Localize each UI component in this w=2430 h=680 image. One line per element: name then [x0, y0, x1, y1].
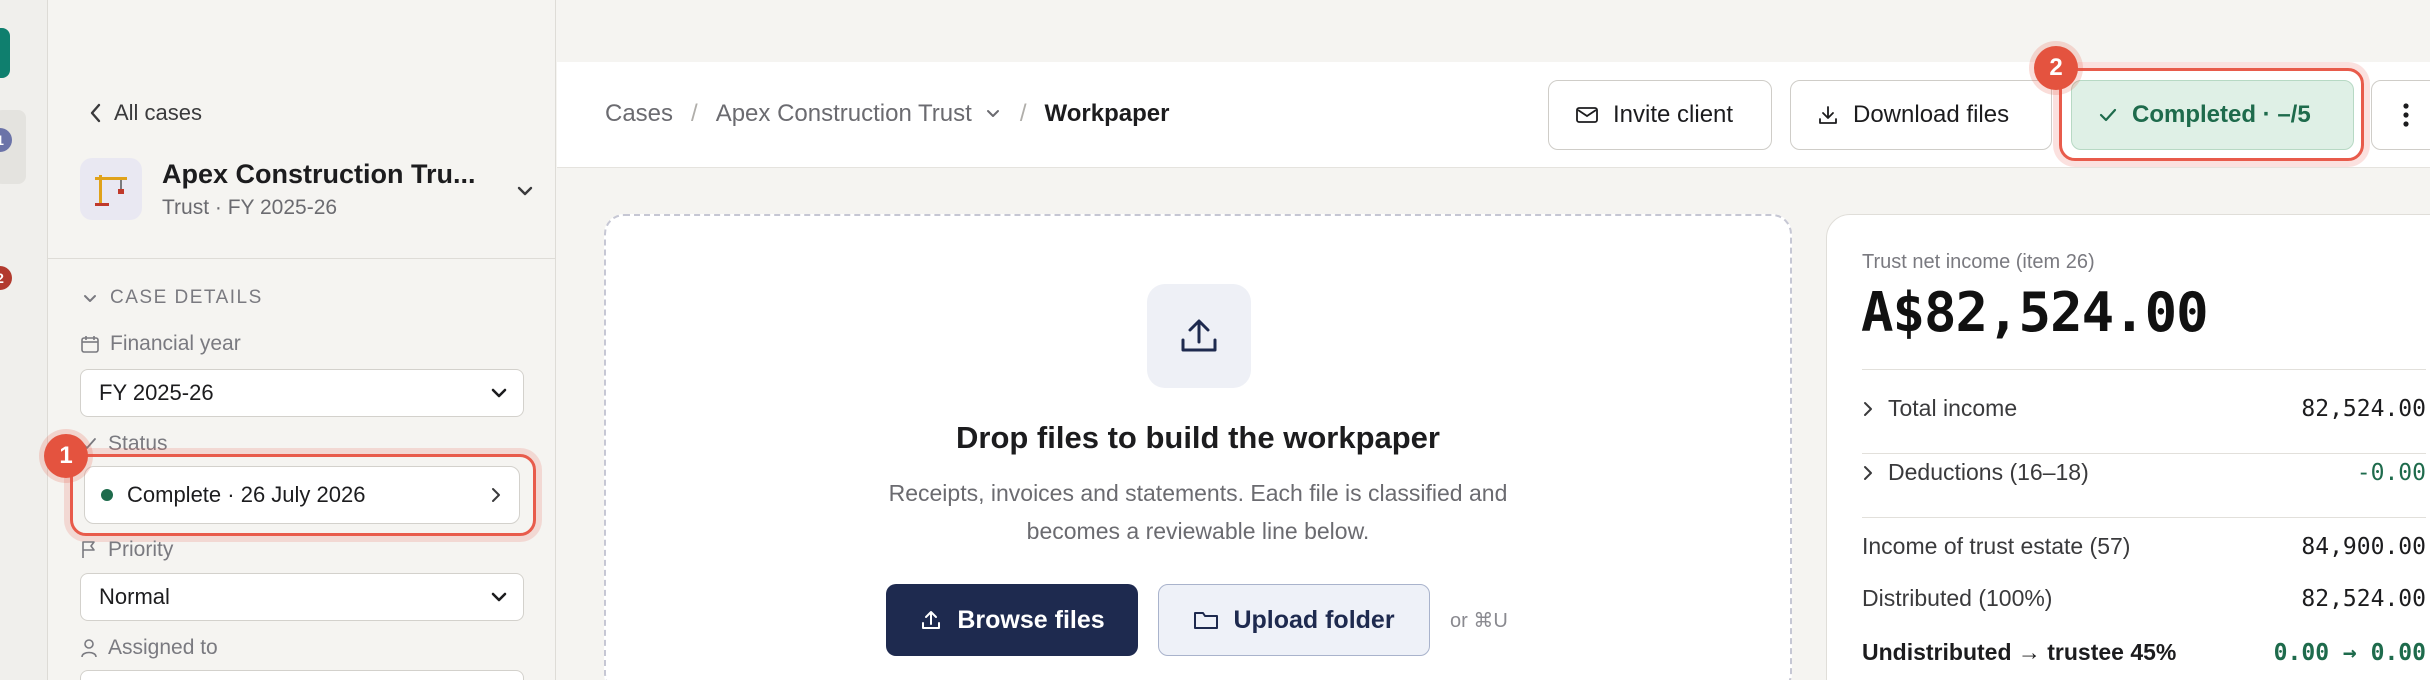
breadcrumb-current: Workpaper [1044, 100, 1170, 127]
total-income-value: 82,524.00 [2301, 395, 2426, 422]
folder-icon [1194, 612, 1219, 629]
total-income-label: Total income [1888, 395, 2018, 421]
upload-shortcut-hint: or ⌘U [1450, 610, 1508, 632]
status-dot [101, 489, 113, 501]
trust-estate-label: Income of trust estate (57) [1862, 533, 2131, 559]
more-options-button[interactable] [2371, 80, 2430, 150]
user-icon [81, 639, 97, 658]
case-sidebar: All cases Apex Construction Tru... Trust… [48, 0, 556, 680]
upload-icon [1147, 284, 1251, 388]
chevron-right-icon [1864, 465, 1872, 480]
deductions-label-wrap: Deductions (16–18) [1862, 459, 2089, 486]
summary-divider [1862, 453, 2426, 454]
dropzone-subtitle-line-1: Receipts, invoices and statements. Each … [888, 480, 1508, 506]
rail-badge-2: 2 [0, 266, 12, 290]
sidebar-divider [48, 258, 556, 259]
chevron-down-icon [491, 592, 507, 602]
deductions-label: Deductions (16–18) [1888, 459, 2089, 485]
summary-amount: A$82,524.00 [1861, 281, 2209, 344]
breadcrumb-case-label: Apex Construction Trust [715, 100, 972, 127]
all-cases-link[interactable]: All cases [88, 100, 202, 126]
app-rail: 1 2 [0, 0, 48, 680]
status-selector[interactable]: Complete · 26 July 2026 [84, 466, 520, 524]
case-title: Apex Construction Tru... [162, 158, 476, 189]
breadcrumb-separator: / [691, 100, 698, 127]
trust-income-summary: Trust net income (item 26) A$82,524.00 T… [1826, 214, 2430, 680]
app-logo[interactable] [0, 28, 10, 78]
priority-label: Priority [108, 538, 174, 561]
upload-folder-label: Upload folder [1233, 605, 1395, 634]
breadcrumb: Cases / Apex Construction Trust / Workpa… [605, 100, 1169, 128]
case-details-heading: CASE DETAILS [110, 287, 263, 308]
case-header[interactable]: Apex Construction Tru... Trust · FY 2025… [80, 158, 536, 220]
all-cases-label: All cases [114, 100, 203, 125]
highlight-completed [2059, 68, 2364, 161]
trust-estate-value: 84,900.00 [2301, 533, 2426, 560]
chevron-down-icon [491, 388, 507, 398]
more-vertical-icon [2403, 103, 2409, 127]
chevron-right-icon [1864, 401, 1872, 416]
deductions-value: -0.00 [2356, 459, 2426, 486]
download-files-label: Download files [1853, 101, 2010, 128]
invite-client-label: Invite client [1613, 101, 1734, 128]
assigned-label-row: Assigned to [80, 636, 218, 660]
case-details-toggle[interactable]: CASE DETAILS [82, 287, 263, 309]
chevron-down-icon[interactable] [514, 180, 536, 202]
priority-value: Normal [99, 584, 170, 609]
assigned-select[interactable] [80, 670, 524, 680]
priority-select[interactable]: Normal [80, 573, 524, 621]
distributed-row: Distributed (100%) 82,524.00 [1862, 585, 2426, 612]
assigned-label: Assigned to [108, 636, 218, 659]
chevron-down-icon [986, 110, 999, 117]
dropzone-title: Drop files to build the workpaper [956, 420, 1440, 455]
financial-year-select[interactable]: FY 2025-26 [80, 369, 524, 417]
chevron-left-icon [90, 103, 101, 123]
download-files-button[interactable]: Download files [1790, 80, 2052, 150]
summary-label: Trust net income (item 26) [1862, 251, 2095, 273]
upload-folder-button[interactable]: Upload folder [1158, 584, 1430, 656]
download-icon [1819, 106, 1837, 124]
status-label-row: Status [80, 432, 168, 456]
deductions-row[interactable]: Deductions (16–18) -0.00 [1862, 459, 2426, 486]
chevron-right-icon [492, 488, 500, 502]
mail-icon [1576, 107, 1598, 123]
step-marker-1: 1 [44, 434, 88, 478]
breadcrumb-separator: / [1019, 100, 1027, 127]
upload-icon [922, 611, 941, 629]
calendar-icon [81, 336, 99, 353]
undistributed-value: 0.00 → 0.00 [2273, 639, 2426, 666]
financial-year-value: FY 2025-26 [99, 380, 214, 405]
breadcrumb-case[interactable]: Apex Construction Trust [716, 100, 1002, 128]
status-value: Complete · 26 July 2026 [127, 482, 366, 507]
crane-icon [80, 158, 142, 220]
undistributed-row: Undistributed → trustee 45% 0.00 → 0.00 [1862, 639, 2426, 666]
case-subtitle: Trust · FY 2025-26 [162, 195, 338, 219]
browse-files-label: Browse files [957, 605, 1105, 634]
file-dropzone[interactable]: Drop files to build the workpaper Receip… [604, 214, 1792, 680]
distributed-value: 82,524.00 [2301, 585, 2426, 612]
flag-icon [82, 541, 95, 558]
dropzone-subtitle: Receipts, invoices and statements. Each … [606, 474, 1790, 550]
invite-client-button[interactable]: Invite client [1548, 80, 1772, 150]
financial-year-label: Financial year [110, 332, 241, 355]
summary-divider [1862, 517, 2426, 518]
financial-year-label-row: Financial year [80, 332, 241, 356]
undistributed-label: Undistributed → trustee 45% [1862, 639, 2177, 665]
total-income-row[interactable]: Total income 82,524.00 [1862, 395, 2426, 422]
chevron-down-icon [84, 295, 96, 302]
trust-estate-row: Income of trust estate (57) 84,900.00 [1862, 533, 2426, 560]
browse-files-button[interactable]: Browse files [886, 584, 1138, 656]
status-label: Status [108, 432, 168, 455]
summary-divider [1862, 369, 2426, 370]
priority-label-row: Priority [80, 538, 173, 562]
breadcrumb-cases[interactable]: Cases [605, 100, 673, 128]
dropzone-subtitle-line-2: becomes a reviewable line below. [1026, 518, 1370, 544]
total-income-label-wrap: Total income [1862, 395, 2017, 422]
distributed-label: Distributed (100%) [1862, 585, 2053, 611]
step-marker-2: 2 [2034, 46, 2078, 90]
